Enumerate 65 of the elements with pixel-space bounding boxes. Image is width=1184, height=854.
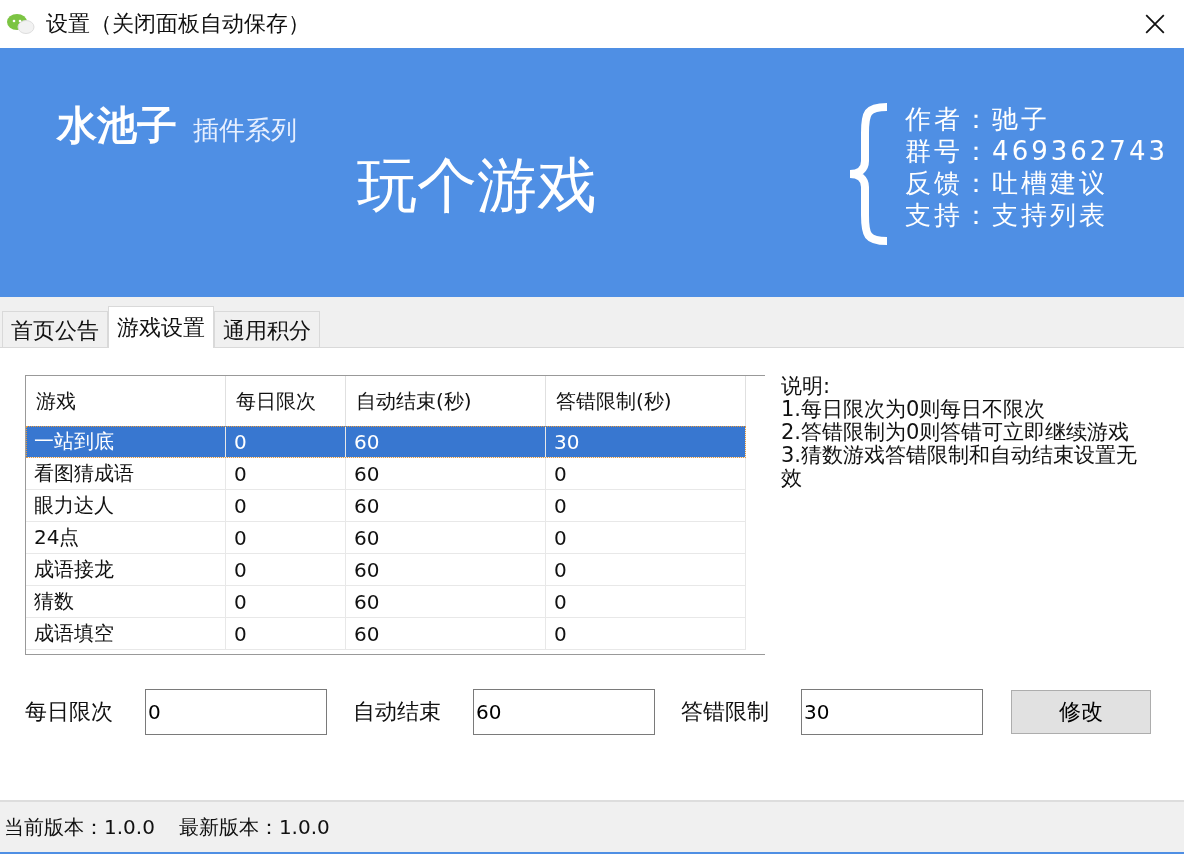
table-row[interactable]: 24点 0 60 0 — [26, 522, 765, 554]
table-cell: 0 — [226, 522, 346, 554]
table-cell: 0 — [546, 586, 746, 618]
info-label: 作者： — [905, 104, 993, 134]
table-row[interactable]: 一站到底 0 60 30 — [26, 426, 746, 458]
table-cell: 60 — [346, 586, 546, 618]
table-cell: 60 — [346, 426, 546, 458]
input-field[interactable]: 0 — [145, 689, 327, 735]
notes-line: 3.猜数游戏答错限制和自动结束设置无效 — [781, 444, 1139, 490]
info-value: 驰子 — [992, 104, 1051, 134]
table-row[interactable]: 看图猜成语 0 60 0 — [26, 458, 765, 490]
info-value: 469362743 — [992, 136, 1168, 166]
info-label: 支持： — [905, 200, 993, 230]
close-icon[interactable] — [1144, 13, 1166, 35]
table-cell: 60 — [346, 458, 546, 490]
tab[interactable]: 游戏设置 — [108, 306, 214, 348]
table-cell: 猜数 — [26, 586, 226, 618]
table-cell: 看图猜成语 — [26, 458, 226, 490]
table-row[interactable]: 成语接龙 0 60 0 — [26, 554, 765, 586]
table-cell: 0 — [226, 586, 346, 618]
table-cell: 24点 — [26, 522, 226, 554]
table-cell: 60 — [346, 618, 546, 650]
table-cell: 60 — [346, 554, 546, 586]
subtitle: 插件系列 — [193, 114, 297, 147]
status-text: 最新版本：1.0.0 — [178, 813, 330, 841]
table-cell: 0 — [226, 490, 346, 522]
headline: 玩个游戏 — [357, 149, 597, 222]
notes-line: 1.每日限次为0则每日不限次 — [781, 398, 1047, 421]
status-text: 当前版本：1.0.0 — [4, 813, 155, 841]
field-label: 答错限制 — [681, 698, 769, 726]
field-label: 每日限次 — [25, 698, 113, 726]
table-cell: 0 — [546, 458, 746, 490]
table-cell: 60 — [346, 522, 546, 554]
info-label: 反馈： — [905, 168, 993, 198]
table-cell: 0 — [226, 426, 346, 458]
table-row[interactable]: 眼力达人 0 60 0 — [26, 490, 765, 522]
table-row[interactable]: 成语填空 0 60 0 — [26, 618, 765, 650]
table-cell: 成语填空 — [26, 618, 226, 650]
notes-line: 2.答错限制为0则答错可立即继续游戏 — [781, 421, 1131, 444]
table-cell: 0 — [226, 618, 346, 650]
info-value: 吐槽建议 — [992, 168, 1109, 198]
chat-bubbles-icon — [6, 12, 36, 36]
table-cell: 0 — [226, 458, 346, 490]
table-cell: 30 — [546, 426, 746, 458]
table-cell: 0 — [546, 618, 746, 650]
table-cell: 0 — [226, 554, 346, 586]
table-cell: 成语接龙 — [26, 554, 226, 586]
notes-title: 说明: — [781, 375, 832, 398]
info-value: 支持列表 — [992, 200, 1109, 230]
window-title: 设置（关闭面板自动保存） — [46, 10, 311, 38]
table-cell: 一站到底 — [26, 426, 226, 458]
input-field[interactable]: 30 — [801, 689, 983, 735]
field-label: 自动结束 — [353, 698, 441, 726]
tab[interactable]: 首页公告 — [2, 311, 108, 347]
table-cell: 眼力达人 — [26, 490, 226, 522]
table-cell: 0 — [546, 554, 746, 586]
tab[interactable]: 通用积分 — [214, 311, 320, 347]
logo-text: 水池子 — [57, 101, 177, 150]
table-cell: 60 — [346, 490, 546, 522]
table-cell: 0 — [546, 490, 746, 522]
table-cell: 0 — [546, 522, 746, 554]
modify-button[interactable]: 修改 — [1011, 690, 1151, 734]
table-row[interactable]: 猜数 0 60 0 — [26, 586, 765, 618]
input-field[interactable]: 60 — [473, 689, 655, 735]
info-label: 群号： — [905, 136, 993, 166]
